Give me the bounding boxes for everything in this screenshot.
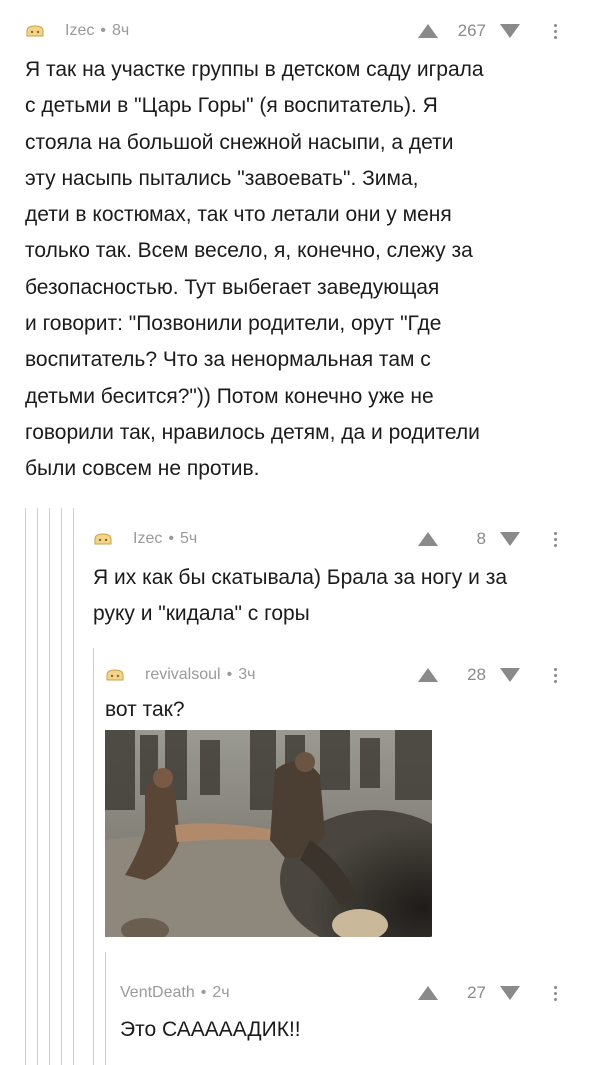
author-name[interactable]: Izec xyxy=(133,530,162,548)
vote-bar: 8 xyxy=(418,529,557,549)
comment-2: Izec • 5ч 8 Я их как бы скатывала) Брала… xyxy=(0,508,600,648)
upvote-icon[interactable] xyxy=(418,986,438,1000)
upvote-icon[interactable] xyxy=(418,24,438,38)
comment-meta: Izec • 5ч xyxy=(93,530,197,548)
vote-count: 28 xyxy=(467,665,486,684)
separator: • xyxy=(100,22,106,39)
comment-text: Я их как бы скатывала) Брала за ногу и з… xyxy=(93,566,508,626)
comment-image[interactable] xyxy=(105,730,432,937)
vote-bar: 27 xyxy=(418,983,557,1003)
vote-count: 8 xyxy=(476,529,486,548)
more-icon[interactable] xyxy=(554,667,557,683)
vote-bar: 28 xyxy=(418,665,557,685)
vote-bar: 267 xyxy=(418,21,557,41)
author-name[interactable]: Izec xyxy=(65,22,94,40)
comment-text: вот так? xyxy=(105,698,185,721)
comment-time[interactable]: 8ч xyxy=(112,22,129,40)
author-name[interactable]: revivalsoul xyxy=(145,666,221,684)
downvote-icon[interactable] xyxy=(500,986,520,1000)
comment-4: VentDeath • 2ч 27 Это САААААДИК!! xyxy=(0,952,600,1065)
author-name[interactable]: VentDeath xyxy=(120,984,195,1002)
more-icon[interactable] xyxy=(554,23,557,39)
separator: • xyxy=(168,530,174,547)
comment-time[interactable]: 2ч xyxy=(212,984,229,1002)
comment-text: Я так на участке группы в детском саду и… xyxy=(25,58,484,481)
separator: • xyxy=(200,984,207,1001)
avatar-icon[interactable] xyxy=(25,23,45,39)
vote-count: 267 xyxy=(457,21,486,40)
downvote-icon[interactable] xyxy=(500,24,520,38)
vote-count: 27 xyxy=(467,983,486,1002)
downvote-icon[interactable] xyxy=(500,532,520,546)
more-icon[interactable] xyxy=(554,531,557,547)
comment-meta: revivalsoul • 3ч xyxy=(105,666,255,684)
avatar-icon[interactable] xyxy=(93,531,113,547)
avatar-icon[interactable] xyxy=(105,667,125,683)
downvote-icon[interactable] xyxy=(500,668,520,682)
comment-meta: VentDeath • 2ч xyxy=(120,984,230,1002)
more-icon[interactable] xyxy=(554,985,557,1001)
comment-text: Это САААААДИК!! xyxy=(120,1018,301,1041)
comment-meta: Izec • 8ч xyxy=(25,22,129,40)
separator: • xyxy=(226,666,233,683)
comment-3: revivalsoul • 3ч 28 вот так? xyxy=(0,648,600,952)
upvote-icon[interactable] xyxy=(418,532,438,546)
comment-1: Izec • 8ч 267 Я так на участке группы в … xyxy=(0,0,600,500)
comment-time[interactable]: 3ч xyxy=(238,666,255,684)
upvote-icon[interactable] xyxy=(418,668,438,682)
comment-time[interactable]: 5ч xyxy=(180,530,197,548)
